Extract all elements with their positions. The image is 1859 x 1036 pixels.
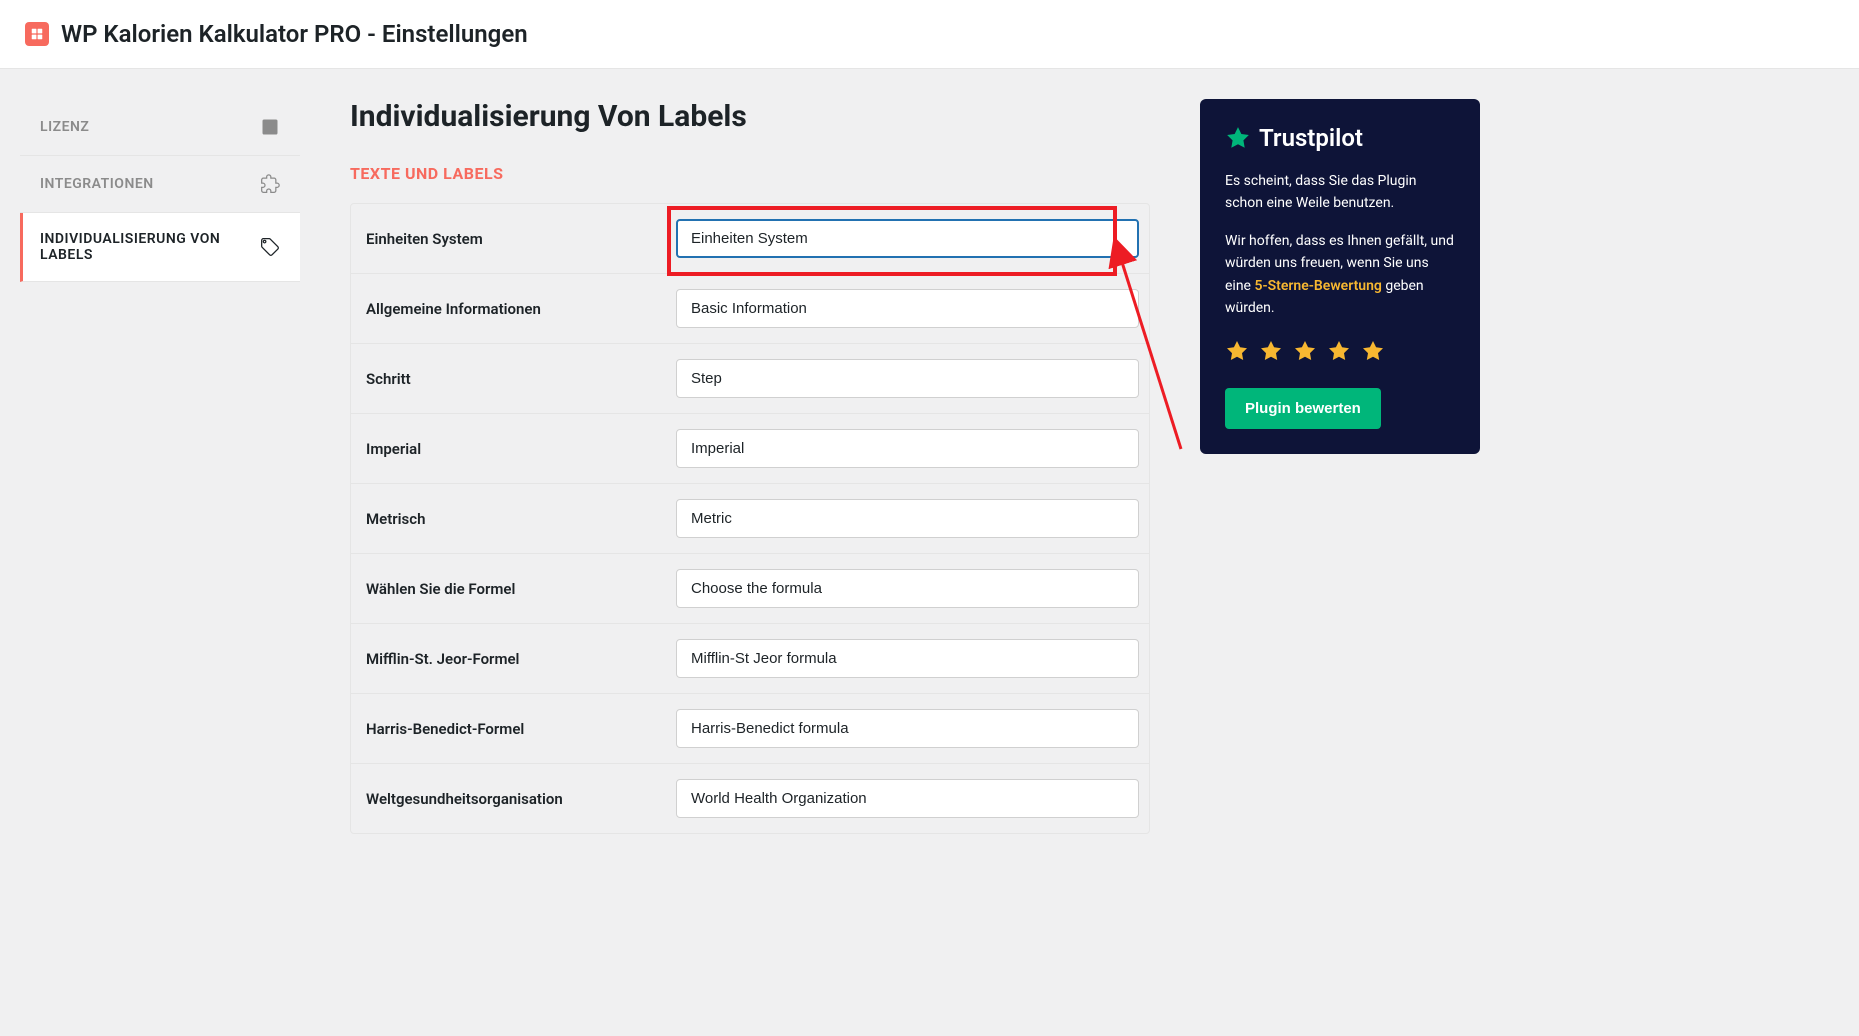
input-mifflin[interactable] (676, 639, 1139, 678)
form-label: Mifflin-St. Jeor-Formel (366, 650, 676, 668)
trustpilot-brand: Trustpilot (1259, 124, 1363, 152)
input-metrisch[interactable] (676, 499, 1139, 538)
form-row-allgemeine-informationen: Allgemeine Informationen (351, 274, 1149, 344)
form-row-metrisch: Metrisch (351, 484, 1149, 554)
input-formel-waehlen[interactable] (676, 569, 1139, 608)
form-section: Einheiten System Allgemeine Informatione… (350, 203, 1150, 834)
star-icon (1225, 339, 1249, 363)
form-label: Allgemeine Informationen (366, 300, 676, 318)
form-row-einheiten-system: Einheiten System (351, 204, 1149, 274)
main-content: Individualisierung Von Labels TEXTE UND … (330, 99, 1170, 834)
star-icon (1293, 339, 1317, 363)
form-label: Weltgesundheitsorganisation (366, 790, 676, 808)
page-header: WP Kalorien Kalkulator PRO - Einstellung… (0, 0, 1859, 69)
tag-icon (260, 237, 280, 257)
input-imperial[interactable] (676, 429, 1139, 468)
form-label: Wählen Sie die Formel (366, 580, 676, 598)
input-einheiten-system[interactable] (676, 219, 1139, 258)
form-row-harris-benedict: Harris-Benedict-Formel (351, 694, 1149, 764)
page-title: WP Kalorien Kalkulator PRO - Einstellung… (61, 20, 528, 48)
form-label: Einheiten System (366, 230, 676, 248)
form-label: Metrisch (366, 510, 676, 528)
sidebar: LIZENZ INTEGRATIONEN INDIVIDUALISIERUNG … (20, 99, 300, 834)
puzzle-icon (260, 174, 280, 194)
trustpilot-star-icon (1225, 125, 1251, 151)
trustpilot-logo: Trustpilot (1225, 124, 1455, 152)
star-icon (1259, 339, 1283, 363)
trustpilot-rate-button[interactable]: Plugin bewerten (1225, 388, 1381, 429)
main-container: LIZENZ INTEGRATIONEN INDIVIDUALISIERUNG … (0, 69, 1500, 864)
form-row-mifflin: Mifflin-St. Jeor-Formel (351, 624, 1149, 694)
input-harris-benedict[interactable] (676, 709, 1139, 748)
app-icon (25, 22, 49, 46)
sidebar-item-label: INTEGRATIONEN (40, 176, 260, 192)
form-label: Harris-Benedict-Formel (366, 720, 676, 738)
input-allgemeine-informationen[interactable] (676, 289, 1139, 328)
form-row-schritt: Schritt (351, 344, 1149, 414)
license-icon (260, 117, 280, 137)
sidebar-item-integrationen[interactable]: INTEGRATIONEN (20, 156, 300, 213)
star-icon (1327, 339, 1351, 363)
trustpilot-message-1: Es scheint, dass Sie das Plugin schon ei… (1225, 170, 1455, 215)
form-label: Schritt (366, 370, 676, 388)
sidebar-item-individualisierung[interactable]: INDIVIDUALISIERUNG VON LABELS (20, 213, 300, 282)
form-row-formel-waehlen: Wählen Sie die Formel (351, 554, 1149, 624)
section-label: TEXTE UND LABELS (350, 164, 1150, 183)
input-who[interactable] (676, 779, 1139, 818)
content-title: Individualisierung Von Labels (350, 99, 1150, 134)
input-schritt[interactable] (676, 359, 1139, 398)
star-icon (1361, 339, 1385, 363)
trustpilot-message-2: Wir hoffen, dass es Ihnen gefällt, und w… (1225, 230, 1455, 320)
trustpilot-highlight: 5-Sterne-Bewertung (1254, 278, 1381, 294)
trustpilot-widget: Trustpilot Es scheint, dass Sie das Plug… (1200, 99, 1480, 454)
sidebar-item-label: LIZENZ (40, 119, 260, 135)
form-label: Imperial (366, 440, 676, 458)
form-row-who: Weltgesundheitsorganisation (351, 764, 1149, 833)
trustpilot-stars (1225, 339, 1455, 363)
form-row-imperial: Imperial (351, 414, 1149, 484)
sidebar-item-lizenz[interactable]: LIZENZ (20, 99, 300, 156)
calculator-icon (30, 27, 44, 41)
sidebar-item-label: INDIVIDUALISIERUNG VON LABELS (40, 231, 260, 263)
